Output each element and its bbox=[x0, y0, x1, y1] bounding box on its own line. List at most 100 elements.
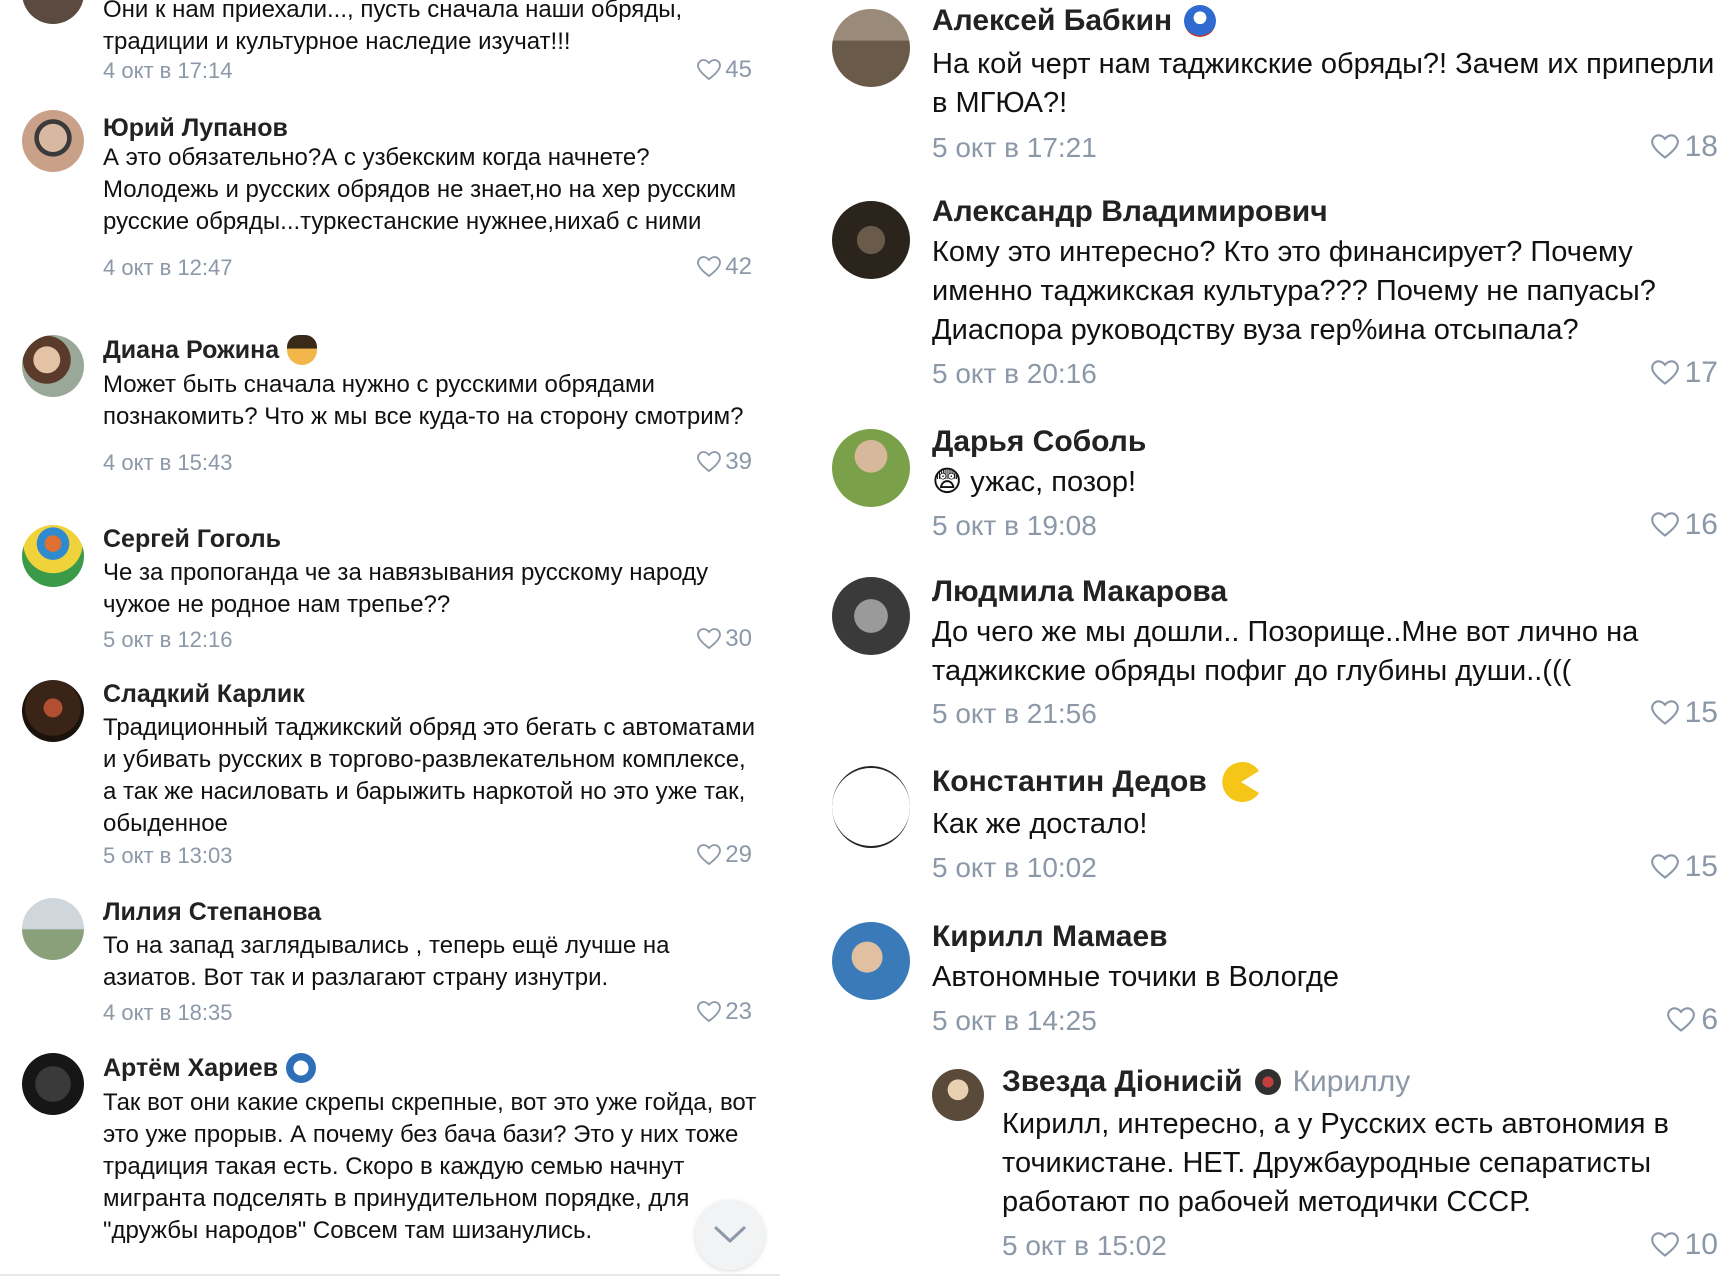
comment-text: Как же достало! bbox=[932, 808, 1148, 840]
comment-text: Так вот они какие скрепы скрепные, вот э… bbox=[103, 1089, 757, 1244]
comment-time[interactable]: 5 окт в 14:25 bbox=[932, 1005, 1097, 1037]
avatar[interactable] bbox=[22, 335, 84, 397]
heart-icon bbox=[1650, 512, 1679, 537]
like-button[interactable]: 15 bbox=[1650, 696, 1718, 730]
pacman-badge-icon bbox=[1222, 762, 1259, 802]
like-button[interactable]: 6 bbox=[1667, 1003, 1718, 1037]
comment-time[interactable]: 5 окт в 21:56 bbox=[932, 698, 1097, 730]
like-button[interactable]: 42 bbox=[697, 253, 752, 281]
heart-icon bbox=[697, 256, 722, 278]
like-count: 42 bbox=[725, 253, 752, 280]
avatar[interactable] bbox=[22, 898, 84, 960]
avatar[interactable] bbox=[22, 1053, 84, 1115]
comment-author[interactable]: Диана Рожина bbox=[103, 335, 318, 365]
like-button[interactable]: 45 bbox=[697, 56, 752, 84]
like-button[interactable]: 18 bbox=[1650, 130, 1718, 164]
scroll-down-button[interactable] bbox=[695, 1200, 765, 1270]
avatar[interactable] bbox=[832, 201, 910, 279]
heart-icon bbox=[697, 59, 722, 81]
comment-text: Че за пропоганда че за навязывания русск… bbox=[103, 559, 709, 618]
heart-icon bbox=[1667, 1007, 1696, 1032]
comment-text: А это обязательно?А с узбекским когда на… bbox=[103, 144, 737, 235]
comment-text: Может быть сначала нужно с русскими обря… bbox=[103, 371, 744, 430]
avatar[interactable] bbox=[832, 766, 910, 848]
author-name: Артём Хариев bbox=[103, 1053, 279, 1082]
comment-time[interactable]: 5 окт в 12:16 bbox=[103, 627, 233, 653]
reply-to-link[interactable]: Кириллу bbox=[1293, 1065, 1411, 1099]
like-button[interactable]: 17 bbox=[1650, 356, 1718, 390]
like-button[interactable]: 23 bbox=[697, 998, 752, 1026]
like-count: 29 bbox=[725, 841, 752, 868]
comment-author[interactable]: Александр Владимирович bbox=[932, 195, 1328, 229]
comment-time[interactable]: 4 окт в 17:14 bbox=[103, 58, 233, 84]
comment-text: 😨 ужас, позор! bbox=[932, 466, 1137, 498]
heart-icon bbox=[1650, 700, 1679, 725]
comment-author[interactable]: Алексей Бабкин bbox=[932, 4, 1217, 38]
like-button[interactable]: 30 bbox=[697, 625, 752, 653]
heart-icon bbox=[1650, 854, 1679, 879]
like-count: 6 bbox=[1701, 1003, 1718, 1036]
comment: Алексей Бабкин На кой черт нам таджикски… bbox=[786, 0, 1732, 180]
like-button[interactable]: 10 bbox=[1650, 1228, 1718, 1262]
avatar[interactable] bbox=[832, 922, 910, 1000]
comment-author[interactable]: Юрий Лупанов bbox=[103, 114, 288, 143]
like-button[interactable]: 16 bbox=[1650, 508, 1718, 542]
comment-author[interactable]: Сладкий Карлик bbox=[103, 680, 305, 709]
comment-time[interactable]: 5 окт в 15:02 bbox=[1002, 1230, 1167, 1262]
comment-time[interactable]: 5 окт в 10:02 bbox=[932, 852, 1097, 884]
heart-icon bbox=[697, 1001, 722, 1023]
like-button[interactable]: 39 bbox=[697, 448, 752, 476]
comment-time[interactable]: 5 окт в 13:03 bbox=[103, 843, 233, 869]
comment: Сладкий Карлик Традиционный таджикский о… bbox=[0, 680, 780, 880]
superhero-badge-icon bbox=[1184, 5, 1217, 37]
comment: Кирилл Мамаев Автономные точики в Вологд… bbox=[786, 920, 1732, 1050]
heart-icon bbox=[1650, 134, 1679, 159]
heart-icon bbox=[697, 628, 722, 650]
comment-time[interactable]: 5 окт в 19:08 bbox=[932, 510, 1097, 542]
comment-author[interactable]: Артём Хариев bbox=[103, 1053, 317, 1083]
comment: Дарья Соболь 😨 ужас, позор! 5 окт в 19:0… bbox=[786, 425, 1732, 555]
comment-author[interactable]: Звезда Діонисій Кириллу bbox=[1002, 1065, 1410, 1099]
avatar[interactable] bbox=[22, 110, 84, 172]
comment-time[interactable]: 4 окт в 12:47 bbox=[103, 255, 233, 281]
like-button[interactable]: 15 bbox=[1650, 850, 1718, 884]
right-comments-column: Алексей Бабкин На кой черт нам таджикски… bbox=[780, 0, 1732, 1280]
avatar[interactable] bbox=[22, 0, 84, 24]
comment-author[interactable]: Константин Дедов bbox=[932, 760, 1263, 804]
ninja-badge-icon bbox=[1254, 1069, 1281, 1095]
author-name: Константин Дедов bbox=[932, 765, 1207, 798]
like-button[interactable]: 29 bbox=[697, 841, 752, 869]
comment: Юрий Лупанов А это обязательно?А с узбек… bbox=[0, 110, 780, 300]
like-count: 10 bbox=[1684, 1228, 1718, 1261]
like-count: 17 bbox=[1684, 356, 1718, 389]
comment: Сергей Гоголь Че за пропоганда че за нав… bbox=[0, 525, 780, 655]
avatar[interactable] bbox=[832, 429, 910, 507]
comment-time[interactable]: 4 окт в 18:35 bbox=[103, 1000, 233, 1026]
avatar[interactable] bbox=[22, 680, 84, 742]
chevron-down-icon bbox=[714, 1226, 746, 1243]
heart-icon bbox=[1650, 1232, 1679, 1257]
comment-text: Традиционный таджикский обряд это бегать… bbox=[103, 714, 755, 837]
avatar[interactable] bbox=[832, 9, 910, 87]
avatar[interactable] bbox=[832, 577, 910, 655]
comment: Они к нам приехали..., пусть сначала наш… bbox=[0, 0, 780, 90]
comment-author[interactable]: Кирилл Мамаев bbox=[932, 920, 1168, 954]
heart-icon bbox=[697, 844, 722, 866]
comment-author[interactable]: Сергей Гоголь bbox=[103, 525, 281, 554]
comment-author[interactable]: Дарья Соболь bbox=[932, 425, 1146, 459]
comment-author[interactable]: Людмила Макарова bbox=[932, 575, 1227, 609]
comment-time[interactable]: 5 окт в 20:16 bbox=[932, 358, 1097, 390]
comment-text: Они к нам приехали..., пусть сначала наш… bbox=[103, 0, 683, 55]
like-count: 15 bbox=[1684, 850, 1718, 883]
author-name: Диана Рожина bbox=[103, 335, 280, 364]
comment-time[interactable]: 5 окт в 17:21 bbox=[932, 132, 1097, 164]
comment-text: Кому это интересно? Кто это финансирует?… bbox=[932, 236, 1656, 346]
avatar[interactable] bbox=[932, 1069, 984, 1121]
author-name: Звезда Діонисій bbox=[1002, 1065, 1243, 1098]
like-count: 16 bbox=[1684, 508, 1718, 541]
comment-text: То на запад заглядывались , теперь ещё л… bbox=[103, 932, 670, 991]
avatar[interactable] bbox=[22, 525, 84, 587]
comment-time[interactable]: 4 окт в 15:43 bbox=[103, 450, 233, 476]
comment-author[interactable]: Лилия Степанова bbox=[103, 898, 321, 927]
comment-text: До чего же мы дошли.. Позорище..Мне вот … bbox=[932, 616, 1639, 687]
